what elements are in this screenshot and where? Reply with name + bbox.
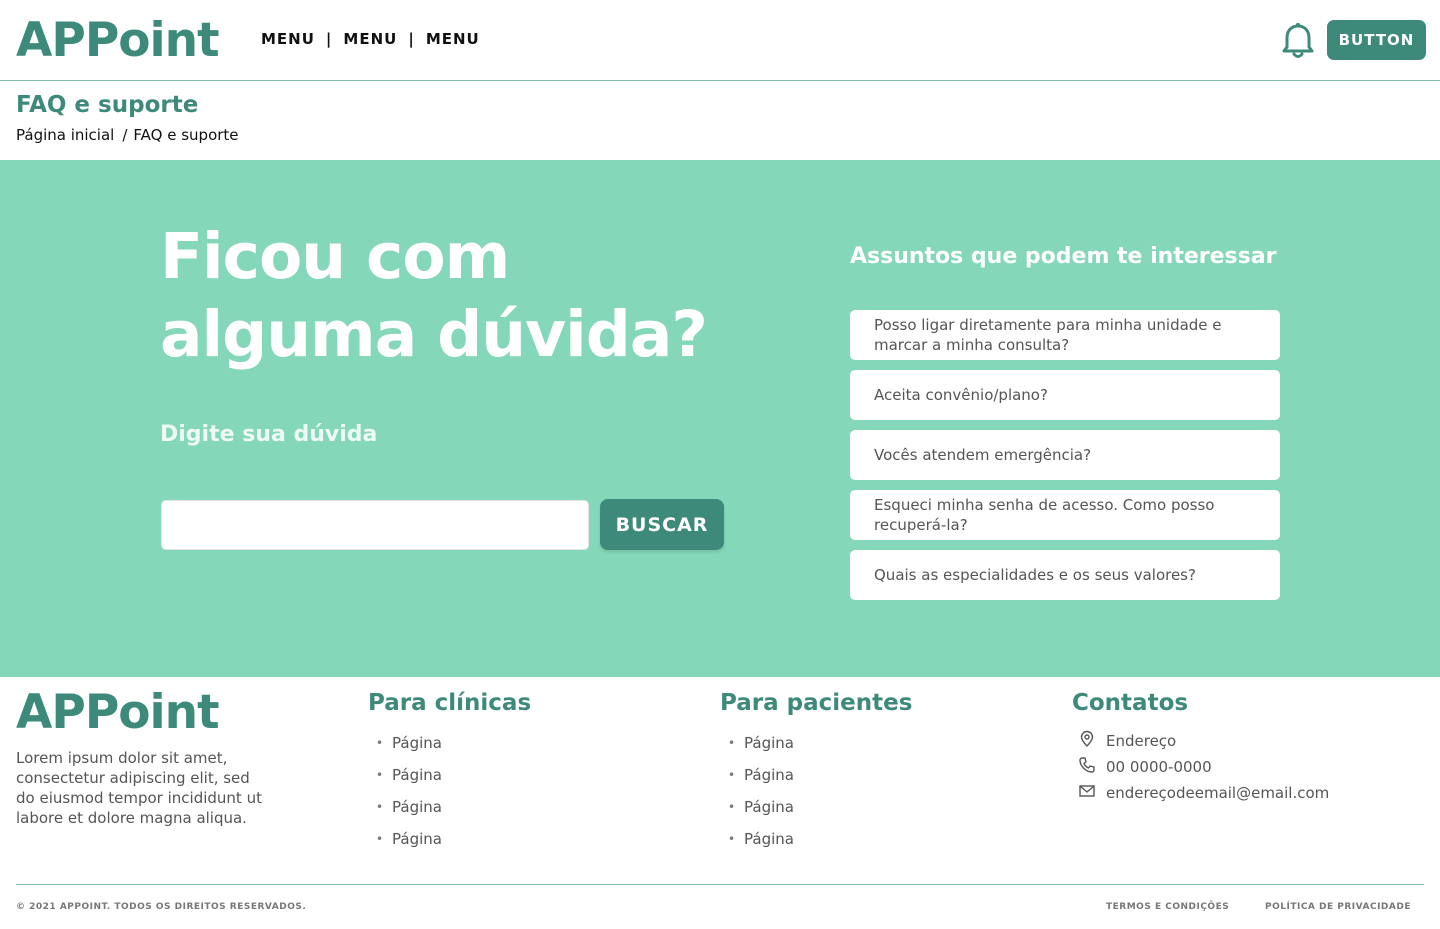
contact-address: Endereço xyxy=(1078,728,1329,754)
patients-link[interactable]: Página xyxy=(744,764,794,786)
email-text[interactable]: endereçodeemail@email.com xyxy=(1106,784,1329,802)
phone-text[interactable]: 00 0000-0000 xyxy=(1106,758,1212,776)
bullet: • xyxy=(728,832,736,846)
topic-item[interactable]: Posso ligar diretamente para minha unida… xyxy=(850,310,1280,360)
menu-separator: | xyxy=(408,30,415,48)
hero-title-line-2: alguma dúvida? xyxy=(160,298,708,371)
list-item[interactable]: • Página xyxy=(728,732,794,764)
footer-description: Lorem ipsum dolor sit amet, consectetur … xyxy=(16,749,262,827)
patients-link[interactable]: Página xyxy=(744,828,794,850)
search-button[interactable]: BUSCAR xyxy=(600,499,724,550)
patients-link[interactable]: Página xyxy=(744,732,794,754)
patients-links: • Página • Página • Página • Página xyxy=(728,732,794,860)
bullet: • xyxy=(376,736,384,750)
contact-email: endereçodeemail@email.com xyxy=(1078,780,1329,806)
clinics-link[interactable]: Página xyxy=(392,732,442,754)
phone-icon xyxy=(1078,756,1106,778)
list-item[interactable]: • Página xyxy=(728,796,794,828)
bullet: • xyxy=(728,800,736,814)
list-item[interactable]: • Página xyxy=(376,764,442,796)
clinics-link[interactable]: Página xyxy=(392,764,442,786)
faq-hero: Ficou com alguma dúvida? Digite sua dúvi… xyxy=(0,160,1440,677)
bullet: • xyxy=(376,768,384,782)
list-item[interactable]: • Página xyxy=(728,828,794,860)
list-item[interactable]: • Página xyxy=(728,764,794,796)
search-input[interactable] xyxy=(161,500,589,550)
topic-item[interactable]: Quais as especialidades e os seus valore… xyxy=(850,550,1280,600)
search-label: Digite sua dúvida xyxy=(160,422,378,447)
address-text: Endereço xyxy=(1106,732,1177,750)
menu-item-1[interactable]: MENU xyxy=(261,30,315,48)
clinics-title: Para clínicas xyxy=(368,690,532,716)
topic-item[interactable]: Esqueci minha senha de acesso. Como poss… xyxy=(850,490,1280,540)
breadcrumb-separator: / xyxy=(122,126,128,144)
topic-item[interactable]: Vocês atendem emergência? xyxy=(850,430,1280,480)
top-header: APPoint MENU | MENU | MENU BUTTON xyxy=(0,0,1440,81)
header-button[interactable]: BUTTON xyxy=(1327,20,1426,60)
menu-separator: | xyxy=(325,30,333,48)
footer-logo[interactable]: APPoint xyxy=(16,684,220,742)
list-item[interactable]: • Página xyxy=(376,796,442,828)
bullet: • xyxy=(376,832,384,846)
menu-item-3[interactable]: MENU xyxy=(426,30,480,48)
menu-item-2[interactable]: MENU xyxy=(343,30,397,48)
footer-divider xyxy=(16,884,1424,885)
location-pin-icon xyxy=(1078,730,1106,752)
bullet: • xyxy=(728,736,736,750)
clinics-link[interactable]: Página xyxy=(392,796,442,818)
contacts-list: Endereço 00 0000-0000 endereçodeemail@em… xyxy=(1078,728,1329,806)
topics-title: Assuntos que podem te interessar xyxy=(850,244,1277,269)
contact-phone: 00 0000-0000 xyxy=(1078,754,1329,780)
contacts-title: Contatos xyxy=(1072,690,1189,716)
patients-link[interactable]: Página xyxy=(744,796,794,818)
breadcrumb-current: FAQ e suporte xyxy=(133,126,239,144)
logo[interactable]: APPoint xyxy=(16,12,220,70)
hero-title: Ficou com alguma dúvida? xyxy=(160,218,780,374)
clinics-link[interactable]: Página xyxy=(392,828,442,850)
page-title: FAQ e suporte xyxy=(16,92,199,118)
patients-title: Para pacientes xyxy=(720,690,913,716)
list-item[interactable]: • Página xyxy=(376,732,442,764)
mail-icon xyxy=(1078,782,1106,804)
breadcrumb-home[interactable]: Página inicial xyxy=(16,126,114,144)
copyright: © 2021 APPOINT. TODOS OS DIREITOS RESERV… xyxy=(16,902,307,912)
bell-icon[interactable] xyxy=(1280,22,1316,60)
bullet: • xyxy=(376,800,384,814)
terms-link[interactable]: TERMOS E CONDIÇÕES xyxy=(1106,902,1229,912)
hero-title-line-1: Ficou com xyxy=(160,220,510,293)
clinics-links: • Página • Página • Página • Página xyxy=(376,732,442,860)
list-item[interactable]: • Página xyxy=(376,828,442,860)
breadcrumb: Página inicial / FAQ e suporte xyxy=(16,126,239,144)
bullet: • xyxy=(728,768,736,782)
topic-item[interactable]: Aceita convênio/plano? xyxy=(850,370,1280,420)
main-menu: MENU | MENU | MENU xyxy=(261,30,480,48)
privacy-link[interactable]: POLÍTICA DE PRIVACIDADE xyxy=(1265,902,1411,912)
